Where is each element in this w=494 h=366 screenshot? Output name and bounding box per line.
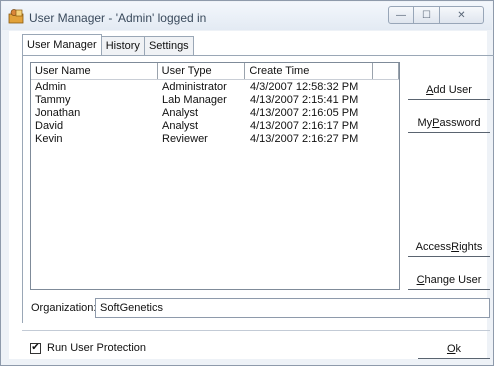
ok-label-after: k (455, 342, 462, 355)
user-name-cell: Kevin (35, 133, 63, 145)
organization-field[interactable]: SoftGenetics (95, 298, 490, 318)
access-rights-button[interactable]: Access Rights (408, 237, 490, 257)
change-user-access-key: C (416, 273, 425, 286)
create-time-cell: 4/3/2007 12:58:32 PM (250, 81, 359, 93)
tab-history[interactable]: History (100, 36, 145, 55)
add-user-label-after: dd User (433, 83, 472, 96)
user-name-cell: David (35, 120, 64, 132)
minimize-button[interactable]: — (388, 6, 414, 24)
tab-strip: User Manager History Settings (22, 34, 194, 55)
my-password-label-after: assword (439, 116, 481, 129)
organization-label: Organization: (31, 302, 97, 314)
table-row[interactable]: Admin Administrator 4/3/2007 12:58:32 PM (31, 81, 399, 94)
table-row[interactable]: David Analyst 4/13/2007 2:16:17 PM (31, 120, 399, 133)
access-rights-label-after: ights (459, 240, 483, 253)
user-type-cell: Administrator (162, 81, 227, 93)
create-time-cell: 4/13/2007 2:16:27 PM (250, 133, 359, 145)
user-type-cell: Reviewer (162, 133, 208, 145)
user-name-cell: Admin (35, 81, 67, 93)
create-time-cell: 4/13/2007 2:15:41 PM (250, 94, 359, 106)
bottom-divider (22, 330, 490, 331)
close-icon: ✕ (457, 9, 466, 21)
my-password-access-key: P (432, 116, 440, 129)
user-list[interactable]: User Name User Type Create Time Admin Ad… (30, 62, 400, 290)
my-password-button[interactable]: My Password (408, 113, 490, 133)
window-title: User Manager - 'Admin' logged in (29, 11, 207, 25)
create-time-cell: 4/13/2007 2:16:05 PM (250, 107, 359, 119)
table-row[interactable]: Jonathan Analyst 4/13/2007 2:16:05 PM (31, 107, 399, 120)
user-type-cell: Analyst (162, 107, 199, 119)
add-user-access-key: A (426, 83, 434, 96)
run-user-protection-option[interactable]: ✔ Run User Protection (30, 342, 146, 354)
title-bar[interactable]: User Manager - 'Admin' logged in — ☐ ✕ (2, 2, 492, 30)
close-button[interactable]: ✕ (440, 6, 484, 24)
tab-user-manager[interactable]: User Manager (22, 34, 102, 55)
tab-settings[interactable]: Settings (143, 36, 194, 55)
column-header-extra[interactable] (373, 63, 399, 79)
change-user-label-after: hange User (424, 273, 482, 286)
maximize-button[interactable]: ☐ (414, 6, 440, 24)
user-manager-app-icon (8, 9, 24, 24)
ok-button[interactable]: Ok (418, 339, 490, 359)
change-user-button[interactable]: Change User (408, 270, 490, 290)
table-row[interactable]: Kevin Reviewer 4/13/2007 2:16:27 PM (31, 133, 399, 146)
user-type-cell: Lab Manager (162, 94, 227, 106)
user-list-header: User Name User Type Create Time (31, 63, 399, 80)
user-list-rows: Admin Administrator 4/3/2007 12:58:32 PM… (31, 81, 399, 146)
user-name-cell: Jonathan (35, 107, 81, 119)
run-user-protection-label: Run User Protection (47, 342, 147, 354)
user-type-cell: Analyst (162, 120, 199, 132)
my-password-label-before: My (417, 116, 433, 129)
maximize-icon: ☐ (422, 9, 431, 21)
window-controls: — ☐ ✕ (388, 6, 484, 24)
create-time-cell: 4/13/2007 2:16:17 PM (250, 120, 359, 132)
run-user-protection-checkbox[interactable]: ✔ (30, 342, 41, 354)
column-header-user-type[interactable]: User Type (158, 63, 246, 79)
minimize-icon: — (396, 9, 406, 21)
table-row[interactable]: Tammy Lab Manager 4/13/2007 2:15:41 PM (31, 94, 399, 107)
access-rights-label-before: Access (415, 240, 452, 253)
column-header-create-time[interactable]: Create Time (245, 63, 374, 79)
access-rights-access-key: R (451, 240, 460, 253)
user-name-cell: Tammy (35, 94, 71, 106)
add-user-button[interactable]: Add User (408, 80, 490, 100)
ok-access-key: O (446, 342, 456, 355)
column-header-user-name[interactable]: User Name (31, 63, 158, 79)
